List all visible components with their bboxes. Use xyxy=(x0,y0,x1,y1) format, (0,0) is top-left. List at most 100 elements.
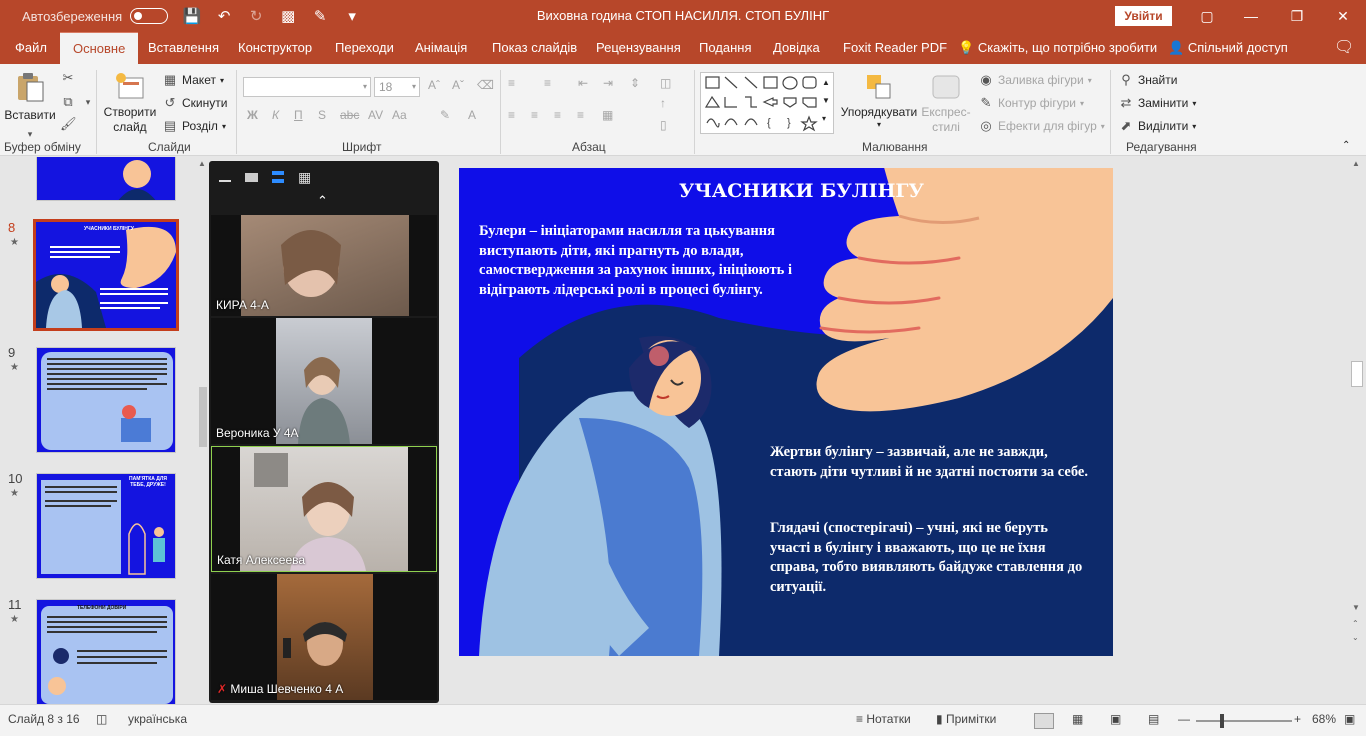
select-button[interactable]: ⬈ Виділити ▾ xyxy=(1118,118,1197,134)
tab-file[interactable]: Файл xyxy=(15,32,47,64)
tell-me-search[interactable]: 💡 Скажіть, що потрібно зробити xyxy=(958,32,1157,64)
slide-scrollbar[interactable]: ▲ ▼ ⌃ ⌄ xyxy=(1350,157,1364,647)
slide-title[interactable]: УЧАСНИКИ БУЛІНГУ xyxy=(679,180,1099,202)
shape-outline-button[interactable]: ✎ Контур фігури ▾ xyxy=(978,95,1084,111)
redo-icon[interactable]: ↻ xyxy=(246,7,266,25)
slide-sorter-icon[interactable]: ▦ xyxy=(1072,712,1083,726)
highlight-icon[interactable]: ✎ xyxy=(440,108,450,122)
share-button[interactable]: 👤 Спільний доступ xyxy=(1168,32,1288,64)
align-center-icon[interactable]: ≡ xyxy=(531,108,538,122)
minimize-video-icon[interactable] xyxy=(219,180,231,182)
quick-styles-button[interactable]: Експрес- стилі xyxy=(918,70,974,134)
zoom-out-icon[interactable]: — xyxy=(1178,712,1190,726)
shadow-icon[interactable]: S xyxy=(318,108,326,122)
tab-transitions[interactable]: Переходи xyxy=(335,32,394,64)
justify-icon[interactable]: ≡ xyxy=(577,108,584,122)
clear-formatting-icon[interactable]: ⌫ xyxy=(477,78,494,92)
start-from-beginning-icon[interactable]: ▩ xyxy=(278,7,298,25)
touch-mode-icon[interactable]: ✎ xyxy=(310,7,330,25)
shapes-gallery[interactable]: { } xyxy=(700,72,834,134)
zoom-in-icon[interactable]: + xyxy=(1294,712,1301,726)
bullies-text[interactable]: Булери – ініціаторами насилля та цькуван… xyxy=(479,222,839,300)
underline-icon[interactable]: П xyxy=(294,108,303,122)
decrease-font-icon[interactable]: Aˇ xyxy=(452,78,464,92)
arrange-button[interactable]: Упорядкувати ▾ xyxy=(838,70,920,129)
slide-thumbnail-7[interactable] xyxy=(36,157,176,201)
save-icon[interactable]: 💾 xyxy=(182,7,202,25)
notes-button[interactable]: ≡ Нотатки xyxy=(856,712,911,726)
slide-thumbnail-9[interactable] xyxy=(36,347,176,453)
align-text-icon[interactable]: ▯ xyxy=(660,118,667,132)
font-color-icon[interactable]: A xyxy=(468,108,476,122)
speaker-view-icon[interactable] xyxy=(245,172,258,182)
fit-to-window-icon[interactable]: ▣ xyxy=(1344,712,1355,726)
cut-icon[interactable]: ✂ xyxy=(60,70,76,86)
ribbon-display-options-icon[interactable]: ▢ xyxy=(1184,0,1230,32)
undo-icon[interactable]: ↶ xyxy=(214,7,234,25)
participant-tile[interactable]: Вероника У 4А xyxy=(211,318,437,444)
current-slide[interactable]: УЧАСНИКИ БУЛІНГУ Булери – ініціаторами н… xyxy=(459,168,1113,656)
tab-slide-show[interactable]: Показ слайдів xyxy=(492,32,577,64)
slide-show-icon[interactable]: ▤ xyxy=(1148,712,1159,726)
zoom-slider-thumb[interactable] xyxy=(1220,714,1224,728)
align-right-icon[interactable]: ≡ xyxy=(554,108,561,122)
maximize-icon[interactable]: ❐ xyxy=(1274,0,1320,32)
replace-button[interactable]: ⇄ Замінити ▾ xyxy=(1118,95,1197,111)
reading-view-icon[interactable]: ▣ xyxy=(1110,712,1121,726)
tab-animations[interactable]: Анімація xyxy=(415,32,467,64)
collapse-ribbon-icon[interactable]: ⌃ xyxy=(1342,140,1350,151)
new-slide-button[interactable]: Створити слайд xyxy=(101,70,159,134)
format-painter-icon[interactable]: 🖌 xyxy=(60,116,77,132)
zoom-slider[interactable] xyxy=(1196,714,1292,728)
comments-icon[interactable]: 🗨 xyxy=(1334,32,1354,64)
tab-design[interactable]: Конструктор xyxy=(238,32,312,64)
italic-icon[interactable]: К xyxy=(272,108,279,122)
sign-in-button[interactable]: Увійти xyxy=(1115,6,1172,26)
change-case-icon[interactable]: Aa xyxy=(392,108,407,122)
bold-icon[interactable]: Ж xyxy=(247,108,258,122)
tab-view[interactable]: Подання xyxy=(699,32,752,64)
tab-insert[interactable]: Вставлення xyxy=(148,32,219,64)
thumbnail-scrollbar[interactable]: ▲ xyxy=(196,157,210,647)
shape-fill-button[interactable]: ◉ Заливка фігури ▾ xyxy=(978,72,1091,88)
paste-button[interactable]: Вставити ▾ xyxy=(4,70,56,142)
section-button[interactable]: ▤ Розділ ▾ xyxy=(162,118,226,134)
spelling-check-icon[interactable]: ◫ xyxy=(96,712,107,726)
columns-icon[interactable]: ◫ xyxy=(660,76,671,90)
font-size-combobox[interactable]: 18 ▾ xyxy=(374,77,420,97)
gallery-view-icon[interactable]: ▦ xyxy=(298,169,311,186)
smartart-icon[interactable]: ▦ xyxy=(602,108,613,122)
shapes-scroll-up-icon[interactable]: ▲ xyxy=(822,78,830,87)
decrease-indent-icon[interactable]: ⇤ xyxy=(578,76,588,90)
participant-tile-active-speaker[interactable]: Катя Алексеева xyxy=(211,446,437,572)
shapes-more-icon[interactable]: ▾ xyxy=(822,114,826,123)
numbering-icon[interactable]: ≡ xyxy=(544,76,551,90)
shapes-scroll-down-icon[interactable]: ▼ xyxy=(822,96,830,105)
bystanders-text[interactable]: Глядачі (спостерігачі) – учні, які не бе… xyxy=(770,519,1090,597)
scroll-up-icon[interactable]: ⌃ xyxy=(317,193,328,209)
slide-thumbnail-11[interactable]: ТЕЛЕФОНИ ДОВІРИ xyxy=(36,599,176,704)
character-spacing-icon[interactable]: AV xyxy=(368,108,383,122)
strip-view-icon[interactable] xyxy=(272,171,284,183)
copy-icon[interactable]: ⧉ ▾ xyxy=(60,94,96,110)
increase-indent-icon[interactable]: ⇥ xyxy=(603,76,613,90)
reset-button[interactable]: ↺ Скинути xyxy=(162,95,228,111)
font-name-combobox[interactable]: ▾ xyxy=(243,77,371,97)
bullets-icon[interactable]: ≡ xyxy=(508,76,515,90)
tab-home[interactable]: Основне xyxy=(60,32,139,64)
text-direction-icon[interactable]: ↑ xyxy=(660,96,666,110)
language-indicator[interactable]: українська xyxy=(128,712,187,726)
participant-tile[interactable]: КИРА 4-А xyxy=(211,215,437,316)
strikethrough-icon[interactable]: abc xyxy=(340,108,359,122)
autosave-toggle[interactable] xyxy=(130,8,169,24)
line-spacing-icon[interactable]: ⇕ xyxy=(630,76,640,90)
tab-help[interactable]: Довідка xyxy=(773,32,820,64)
participant-tile[interactable]: ✗ Миша Шевченко 4 А xyxy=(211,574,437,700)
minimize-icon[interactable]: — xyxy=(1228,0,1274,32)
victims-text[interactable]: Жертви булінгу – зазвичай, але не завжди… xyxy=(770,443,1090,482)
customize-toolbar-icon[interactable]: ▾ xyxy=(342,7,362,25)
align-left-icon[interactable]: ≡ xyxy=(508,108,515,122)
slide-thumbnail-8[interactable]: УЧАСНИКИ БУЛІНГУ xyxy=(33,219,179,331)
normal-view-icon[interactable] xyxy=(1034,713,1054,729)
increase-font-icon[interactable]: Aˆ xyxy=(428,78,440,92)
